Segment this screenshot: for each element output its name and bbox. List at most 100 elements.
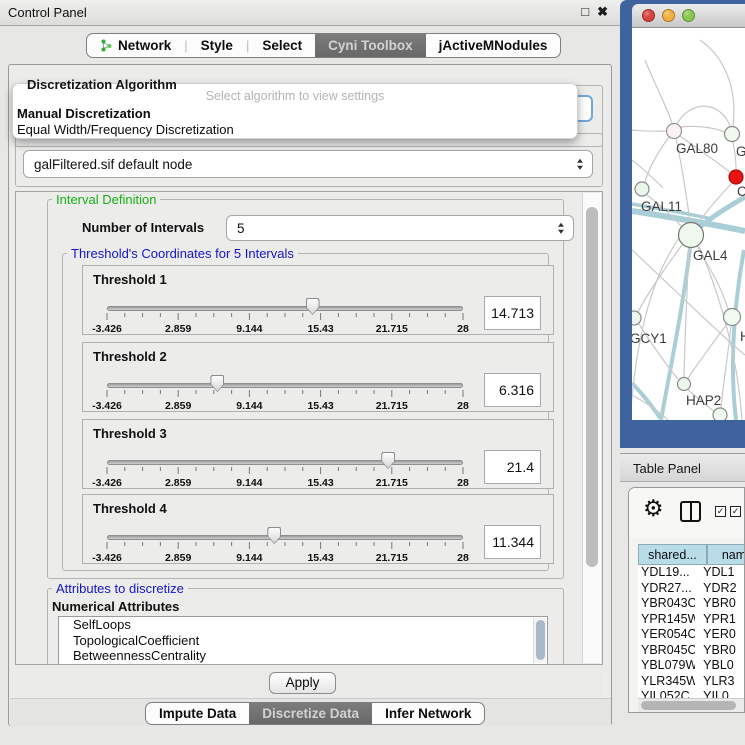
node-label: GA	[736, 144, 745, 159]
tab-impute-data[interactable]: Impute Data	[146, 703, 249, 724]
table-row[interactable]: YBR043CYBR0	[638, 596, 744, 612]
control-panel-tabs: Network|Style|SelectCyni ToolboxjActiveM…	[86, 33, 561, 58]
algorithm-option-equal-width[interactable]: Equal Width/Frequency Discretization	[17, 122, 573, 138]
threshold-value-field[interactable]: 11.344	[484, 525, 541, 559]
network-edge	[700, 40, 734, 126]
tab-discretize-data[interactable]: Discretize Data	[249, 703, 372, 724]
column-header-shared-name[interactable]: shared...	[638, 544, 707, 565]
settings-scroll-panel: Interval Definition Number of Intervals …	[15, 191, 603, 665]
numerical-attributes-list[interactable]: SelfLoopsTopologicalCoefficientBetweenne…	[58, 616, 548, 665]
svg-text:21.715: 21.715	[376, 400, 408, 412]
threshold-value-field[interactable]: 14.713	[484, 296, 541, 330]
network-edge	[677, 106, 730, 126]
table-data-combo[interactable]: galFiltered.sif default node	[23, 150, 593, 178]
node-h[interactable]	[724, 309, 741, 326]
checkbox-icon[interactable]: ✓	[715, 506, 726, 517]
table-horizontal-scrollbar[interactable]	[638, 698, 744, 712]
cell-shared-name: YLR345W	[638, 674, 695, 690]
tab-label: Discretize Data	[262, 706, 359, 721]
node-bottom[interactable]	[713, 408, 727, 420]
tab-jactivemnodules[interactable]: jActiveMNodules	[426, 34, 561, 57]
svg-text:21.715: 21.715	[376, 477, 408, 489]
network-window-titlebar[interactable]	[632, 4, 745, 28]
svg-text:15.43: 15.43	[307, 400, 333, 412]
table-row[interactable]: YLR345WYLR3	[638, 674, 744, 690]
tab-network[interactable]: Network	[87, 34, 184, 57]
threshold-group-title: Threshold's Coordinates for 5 Intervals	[67, 246, 298, 261]
cell-shared-name: YIL052C	[638, 689, 695, 698]
algorithm-option-manual[interactable]: Manual Discretization	[17, 106, 573, 122]
threshold-slider-track[interactable]	[107, 306, 463, 311]
tab-label: Cyni Toolbox	[328, 38, 413, 53]
attribute-item-topologicalcoefficient[interactable]: TopologicalCoefficient	[59, 633, 547, 649]
tab-infer-network[interactable]: Infer Network	[372, 703, 484, 724]
threshold-slider-scale: -3.4262.8599.14415.4321.71528	[83, 313, 487, 337]
svg-text:28: 28	[457, 477, 469, 489]
attributes-scrollbar[interactable]	[533, 618, 546, 663]
table-row[interactable]: YBR045CYBR0	[638, 643, 744, 659]
apply-button[interactable]: Apply	[269, 672, 336, 694]
zoom-traffic-light-icon[interactable]	[682, 9, 695, 22]
node-hap2[interactable]	[678, 378, 691, 391]
tab-label: jActiveMNodules	[439, 38, 548, 53]
float-window-icon[interactable]: □	[581, 4, 589, 20]
table-row[interactable]: YDR27...YDR2	[638, 581, 744, 597]
table-data-value: galFiltered.sif default node	[34, 157, 192, 172]
cell-name: YDR2	[695, 581, 744, 597]
threshold-slider-track[interactable]	[107, 383, 463, 388]
close-panel-icon[interactable]: ✖	[597, 4, 608, 20]
node-gal80[interactable]	[667, 124, 682, 139]
gear-icon[interactable]: ⚙	[643, 497, 664, 520]
tab-select[interactable]: Select	[249, 34, 315, 57]
threshold-value-field[interactable]: 6.316	[484, 373, 541, 407]
svg-text:21.715: 21.715	[376, 552, 408, 564]
table-row[interactable]: YDL19...YDL1	[638, 565, 744, 581]
threshold-value-field[interactable]: 21.4	[484, 450, 541, 484]
minimize-traffic-light-icon[interactable]	[662, 9, 675, 22]
cell-shared-name: YBL079W	[638, 658, 695, 674]
attribute-item-selfloops[interactable]: SelfLoops	[59, 617, 547, 633]
tab-cyni-toolbox[interactable]: Cyni Toolbox	[315, 34, 426, 57]
node-label: GAL11	[641, 199, 682, 214]
table-row[interactable]: YIL052CYIL0	[638, 689, 744, 698]
cell-shared-name: YDL19...	[638, 565, 695, 581]
tab-label: Network	[118, 38, 171, 53]
node-label: C	[737, 184, 745, 199]
table-row[interactable]: YER054CYER0	[638, 627, 744, 643]
node-gal4[interactable]	[679, 223, 704, 248]
checkbox-icon[interactable]: ✓	[730, 506, 741, 517]
num-intervals-combo[interactable]: 5	[226, 215, 574, 241]
threshold-label: Threshold 2	[93, 349, 167, 364]
network-edge	[688, 324, 727, 378]
table-row[interactable]: YPR145WYPR1	[638, 612, 744, 628]
threshold-slider-track[interactable]	[107, 460, 463, 465]
cell-shared-name: YBR043C	[638, 596, 695, 612]
threshold-slider-scale: -3.4262.8599.14415.4321.71528	[83, 390, 487, 414]
node-gal11[interactable]	[635, 182, 649, 196]
network-edge	[645, 137, 669, 182]
attribute-item-betweennesscentrality[interactable]: BetweennessCentrality	[59, 648, 547, 664]
column-layout-icon[interactable]	[680, 501, 701, 522]
combo-stepper-icon	[577, 159, 583, 170]
column-header-name[interactable]: name	[707, 544, 745, 565]
settings-scrollbar-thumb[interactable]	[586, 207, 598, 567]
node-top-right[interactable]	[725, 127, 740, 142]
network-edge	[632, 383, 660, 418]
table-body: YDL19...YDL1YDR27...YDR2YBR043CYBR0YPR14…	[638, 565, 744, 698]
settings-scrollbar[interactable]	[582, 193, 601, 663]
svg-text:28: 28	[457, 323, 469, 335]
svg-text:9.144: 9.144	[236, 552, 262, 564]
node-label: GAL80	[676, 141, 718, 156]
close-traffic-light-icon[interactable]	[642, 9, 655, 22]
threshold-label: Threshold 4	[93, 501, 167, 516]
node-red[interactable]	[729, 170, 743, 184]
node-label: GAL4	[693, 248, 728, 263]
threshold-slider-track[interactable]	[107, 535, 463, 540]
svg-text:-3.426: -3.426	[92, 477, 122, 489]
network-canvas[interactable]: GAL80GACGAL11GAL4GCY1HHAP2	[632, 28, 745, 420]
svg-text:28: 28	[457, 552, 469, 564]
tab-style[interactable]: Style	[188, 34, 246, 57]
table-row[interactable]: YBL079WYBL0	[638, 658, 744, 674]
node-gcy1[interactable]	[632, 311, 641, 325]
svg-text:15.43: 15.43	[307, 323, 333, 335]
